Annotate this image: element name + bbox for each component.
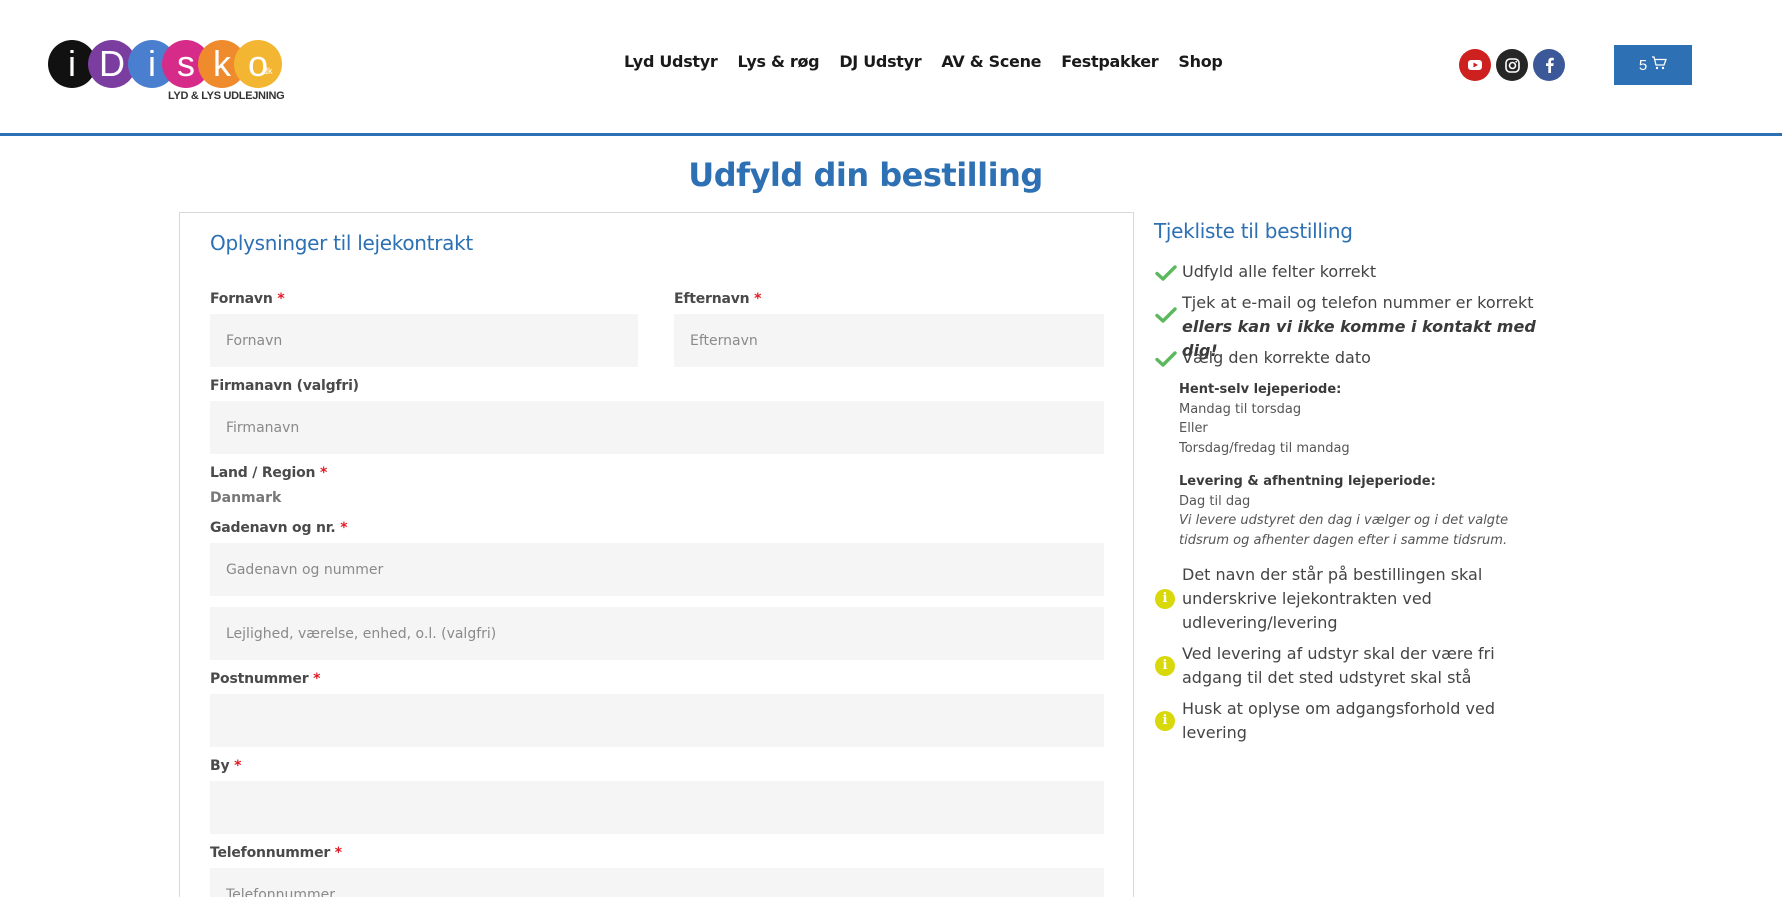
contract-form: Oplysninger til lejekontrakt Fornavn * E… [179,212,1134,897]
nav-item-lyd-udstyr[interactable]: Lyd Udstyr [624,52,718,71]
social-links [1459,49,1565,81]
check-icon [1155,306,1177,330]
checklist-item: Tjek at e-mail og telefon nummer er korr… [1155,291,1555,360]
form-title: Oplysninger til lejekontrakt [210,231,473,255]
phone-label: Telefonnummer * [210,845,342,861]
required-mark: * [340,520,348,536]
logo[interactable]: i D i s k o dk LYD & LYS UDLEJNING [48,40,288,106]
facebook-icon[interactable] [1533,49,1565,81]
page-title: Udfyld din bestilling [688,156,1043,194]
info-item-text: Husk at oplyse om adgangsforhold ved lev… [1182,699,1495,742]
country-label: Land / Region * [210,465,328,481]
phone-input[interactable] [210,868,1104,897]
street-input[interactable] [210,543,1104,596]
info-icon: i [1155,656,1175,676]
checklist-title: Tjekliste til bestilling [1154,219,1353,243]
info-item-text: Det navn der står på bestillingen skal u… [1182,565,1483,632]
required-mark: * [334,845,342,861]
check-icon [1155,350,1177,374]
pickup-period: Hent-selv lejeperiode: Mandag til torsda… [1179,380,1529,458]
postcode-label: Postnummer * [210,671,321,687]
pickup-heading: Hent-selv lejeperiode: [1179,382,1342,397]
youtube-icon[interactable] [1459,49,1491,81]
pickup-line: Eller [1179,421,1208,436]
logo-letter: o [234,40,282,88]
info-item: i Ved levering af udstyr skal der være f… [1155,642,1555,692]
nav-item-shop[interactable]: Shop [1178,52,1222,71]
required-mark: * [277,291,285,307]
info-item-text: Ved levering af udstyr skal der være fri… [1182,644,1495,687]
postcode-input[interactable] [210,694,1104,747]
nav-item-av-scene[interactable]: AV & Scene [941,52,1041,71]
delivery-note: Vi levere udstyret den dag i vælger og i… [1179,513,1509,548]
info-item: i Det navn der står på bestillingen skal… [1155,563,1555,637]
info-icon: i [1155,711,1175,731]
logo-tagline: LYD & LYS UDLEJNING [168,90,285,102]
city-input[interactable] [210,781,1104,834]
country-value: Danmark [210,490,282,506]
street-label: Gadenavn og nr. * [210,520,348,536]
last-name-label: Efternavn * [674,291,762,307]
logo-suffix: dk [263,66,273,76]
apartment-input[interactable] [210,607,1104,660]
nav-item-festpakker[interactable]: Festpakker [1061,52,1158,71]
first-name-label: Fornavn * [210,291,285,307]
company-input[interactable] [210,401,1104,454]
cart-button[interactable]: 5 [1614,45,1692,85]
pickup-line: Mandag til torsdag [1179,401,1302,417]
nav-item-dj-udstyr[interactable]: DJ Udstyr [839,52,921,71]
delivery-heading: Levering & afhentning lejeperiode: [1179,474,1436,489]
cart-icon [1651,56,1668,74]
checklist-item: Vælg den korrekte dato [1155,346,1555,372]
required-mark: * [320,465,328,481]
nav-item-lys-roeg[interactable]: Lys & røg [738,52,820,71]
info-icon: i [1155,589,1175,609]
last-name-input[interactable] [674,314,1104,367]
required-mark: * [313,671,321,687]
company-label: Firmanavn (valgfri) [210,378,359,394]
first-name-input[interactable] [210,314,638,367]
checklist-item: Udfyld alle felter korrekt [1155,260,1555,286]
pickup-line: Torsdag/fredag til mandag [1179,440,1350,456]
required-mark: * [234,758,242,774]
site-header: i D i s k o dk LYD & LYS UDLEJNING Lyd U… [0,0,1782,136]
city-label: By * [210,758,242,774]
checklist-item-text: Tjek at e-mail og telefon nummer er korr… [1182,293,1534,312]
instagram-icon[interactable] [1496,49,1528,81]
delivery-line: Dag til dag [1179,493,1251,509]
delivery-period: Levering & afhentning lejeperiode: Dag t… [1179,472,1524,550]
main-nav: Lyd Udstyr Lys & røg DJ Udstyr AV & Scen… [624,52,1243,71]
checklist-item-text: Udfyld alle felter korrekt [1182,262,1377,281]
checklist-item-text: Vælg den korrekte dato [1182,348,1371,367]
check-icon [1155,264,1177,288]
cart-count: 5 [1638,56,1648,74]
required-mark: * [754,291,762,307]
info-item: i Husk at oplyse om adgangsforhold ved l… [1155,697,1555,747]
